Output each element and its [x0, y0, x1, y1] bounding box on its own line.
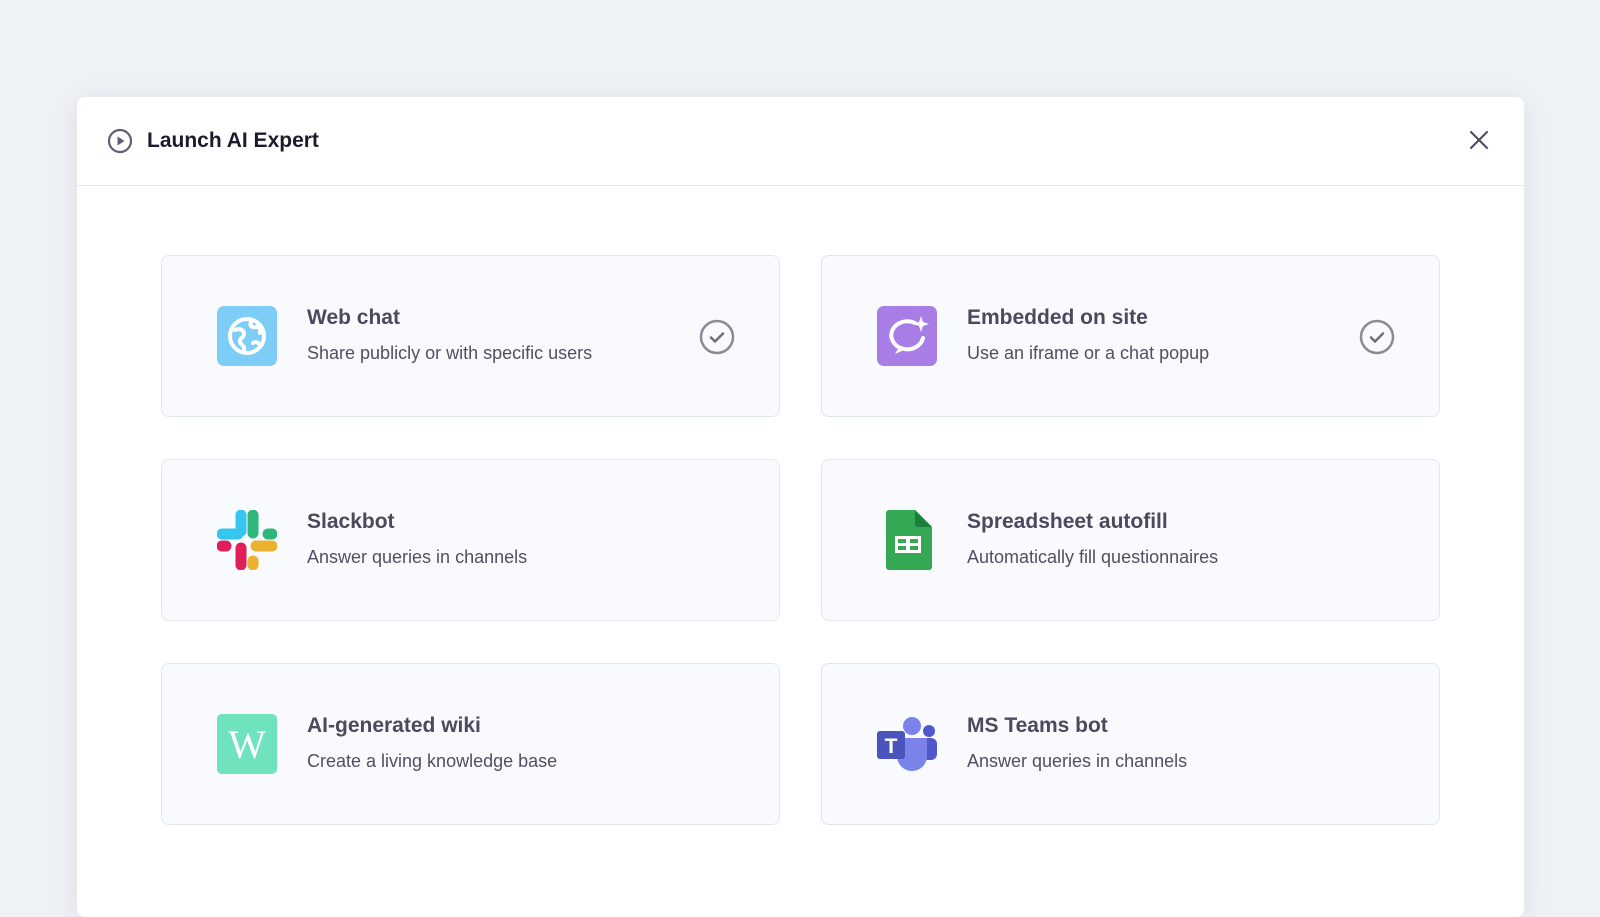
option-name: Embedded on site	[967, 306, 1148, 329]
check-circle-icon	[699, 319, 735, 355]
svg-text:W: W	[228, 722, 266, 767]
play-circle-icon	[107, 128, 133, 154]
google-sheets-icon	[886, 510, 932, 570]
option-name: Web chat	[307, 306, 400, 329]
option-web-chat[interactable]: Web chat Share publicly or with specific…	[161, 255, 780, 417]
option-name: MS Teams bot	[967, 714, 1108, 737]
launch-modal: Launch AI Expert Web chat Share publicly…	[77, 97, 1524, 917]
close-icon[interactable]	[1466, 127, 1492, 153]
modal-header: Launch AI Expert	[77, 97, 1524, 186]
wiki-icon: W	[217, 714, 277, 774]
option-ai-generated-wiki[interactable]: W AI-generated wiki Create a living know…	[161, 663, 780, 825]
modal-title: Launch AI Expert	[147, 129, 319, 152]
slack-icon	[217, 510, 277, 570]
option-description: Use an iframe or a chat popup	[967, 343, 1210, 363]
option-slackbot[interactable]: Slackbot Answer queries in channels	[161, 459, 780, 621]
option-description: Create a living knowledge base	[307, 751, 558, 771]
option-description: Automatically fill questionnaires	[967, 547, 1219, 567]
option-name: Slackbot	[307, 510, 395, 533]
option-description: Share publicly or with specific users	[307, 343, 593, 363]
options-grid: Web chat Share publicly or with specific…	[161, 255, 1440, 825]
svg-text:T: T	[885, 735, 898, 758]
option-name: AI-generated wiki	[307, 714, 481, 737]
chat-sparkle-icon	[877, 306, 937, 366]
option-description: Answer queries in channels	[307, 547, 528, 567]
option-description: Answer queries in channels	[967, 751, 1188, 771]
option-embedded-on-site[interactable]: Embedded on site Use an iframe or a chat…	[821, 255, 1440, 417]
check-circle-icon	[1359, 319, 1395, 355]
option-name: Spreadsheet autofill	[967, 510, 1168, 533]
option-spreadsheet-autofill[interactable]: Spreadsheet autofill Automatically fill …	[821, 459, 1440, 621]
ms-teams-icon: T	[877, 717, 937, 771]
option-ms-teams-bot[interactable]: T MS Teams bot Answer queries in channel…	[821, 663, 1440, 825]
globe-icon	[217, 306, 277, 366]
